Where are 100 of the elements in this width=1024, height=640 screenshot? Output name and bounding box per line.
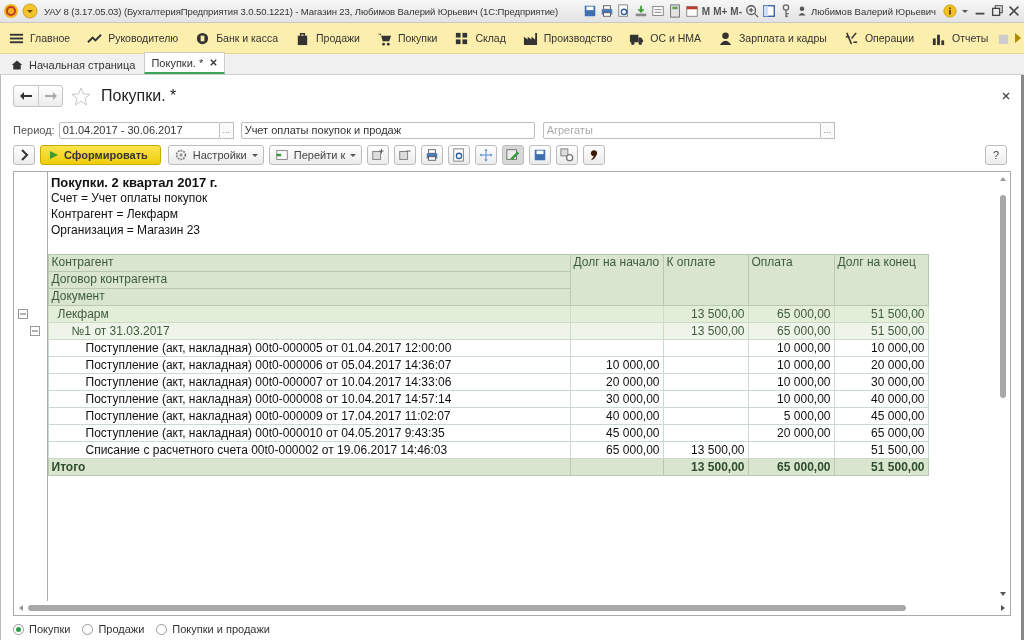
section-link[interactable]: Отчеты — [952, 32, 989, 44]
radio-label[interactable]: Продажи — [98, 623, 145, 635]
amount-cell: 10 000,00 — [871, 341, 925, 355]
amount-cell: 30 000,00 — [606, 392, 660, 406]
calculator-icon[interactable] — [667, 4, 682, 18]
amount-cell: 65 000,00 — [606, 443, 660, 457]
amount-cell: 65 000,00 — [777, 324, 831, 338]
scroll-down-icon[interactable] — [999, 591, 1007, 597]
document-cell-text: Поступление (акт, накладная) 00t0-000008 от 10.04.2017 14:57:14 — [84, 392, 452, 406]
group-cell-text: №1 от 31.03.2017 — [70, 324, 170, 338]
section-link[interactable]: Главное — [30, 32, 71, 44]
column-header: Долг на начало — [573, 255, 660, 269]
amount-cell: 13 500,00 — [691, 443, 745, 457]
user-name[interactable]: Любимов Валерий Юрьевич — [811, 5, 936, 17]
scroll-left-icon[interactable] — [18, 604, 24, 612]
account-field[interactable]: Учет оплаты покупок и продаж — [240, 121, 535, 139]
scrollbar-thumb[interactable] — [1000, 195, 1006, 398]
settings-button[interactable]: Настройки — [167, 145, 264, 165]
arrow-left-icon — [19, 90, 33, 102]
person-icon — [718, 30, 734, 46]
document-cell-text: Поступление (акт, накладная) 00t0-000009 от 17.04.2017 11:02:07 — [84, 409, 451, 423]
window-icon[interactable] — [762, 4, 776, 18]
table-pencil-icon — [506, 148, 521, 162]
section-link[interactable]: Продажи — [316, 32, 360, 44]
amount-cell: 20 000,00 — [871, 358, 925, 372]
restore-icon[interactable] — [990, 4, 1004, 18]
amount-cell: 51 500,00 — [871, 324, 925, 338]
help-button[interactable]: ? — [985, 145, 1007, 165]
expand-panel-button[interactable] — [13, 145, 35, 165]
info-icon[interactable] — [943, 4, 957, 18]
aggregates-field[interactable]: Агрегаты — [542, 121, 821, 139]
radio-label[interactable]: Покупки — [29, 623, 71, 635]
dropdown-icon[interactable] — [22, 3, 38, 19]
table-gear-icon — [560, 148, 575, 162]
toolbar-button[interactable] — [583, 145, 606, 165]
scroll-up-icon[interactable] — [999, 176, 1007, 182]
memory-button[interactable]: M — [701, 5, 711, 17]
printer-icon[interactable] — [599, 4, 614, 18]
generate-button[interactable]: Сформировать — [40, 145, 161, 165]
memory-button[interactable]: M- — [730, 5, 742, 17]
amount-cell: 30 000,00 — [871, 375, 925, 389]
amount-cell: 10 000,00 — [777, 392, 831, 406]
app-logo-icon — [3, 3, 19, 19]
star-icon[interactable] — [71, 86, 91, 106]
caret-icon — [251, 153, 258, 157]
amount-cell: 51 500,00 — [871, 443, 925, 457]
period-field[interactable]: 01.04.2017 - 30.06.2017 — [58, 121, 220, 139]
document-icon[interactable] — [650, 4, 665, 18]
amount-cell: 20 000,00 — [606, 375, 660, 389]
caret-icon — [350, 153, 357, 157]
column-header: Договор контрагента — [51, 272, 168, 286]
amount-cell: 51 500,00 — [871, 307, 925, 321]
scroll-right-icon[interactable] — [1000, 604, 1006, 612]
document-cell-text: Списание с расчетного счета 00t0-000002 от 19.06.2017 14:46:03 — [84, 443, 448, 457]
memory-button[interactable]: M+ — [713, 5, 728, 17]
tab[interactable]: Покупки. * — [144, 52, 226, 74]
user-icon — [796, 5, 808, 17]
edit-mode-button[interactable] — [502, 145, 525, 165]
goto-button[interactable]: Перейти к — [268, 145, 363, 165]
radio-button[interactable] — [156, 623, 168, 635]
amount-cell: 65 000,00 — [871, 426, 925, 440]
document-cell-text: Поступление (акт, накладная) 00t0-000005 от 01.04.2017 12:00:00 — [84, 341, 452, 355]
floppy-icon — [533, 148, 548, 162]
scrollbar-thumb[interactable] — [28, 605, 906, 611]
collapse-icon[interactable] — [18, 308, 28, 319]
section-link[interactable]: Банк и касса — [216, 32, 278, 44]
floppy-icon[interactable] — [582, 4, 597, 18]
section-link[interactable]: Производство — [543, 32, 613, 44]
radio-button[interactable] — [82, 623, 94, 635]
total-label: Итого — [51, 460, 86, 474]
download-icon[interactable] — [633, 4, 648, 18]
coin-icon — [195, 30, 211, 46]
section-link[interactable]: Руководителю — [108, 32, 179, 44]
report-title: Покупки. 2 квартал 2017 г. — [51, 174, 218, 190]
tab[interactable]: Начальная страница — [4, 54, 143, 74]
table-minus-icon — [398, 148, 413, 162]
section-link[interactable]: Операции — [864, 32, 914, 44]
zoom-in-icon[interactable] — [745, 4, 759, 18]
amount-cell: 40 000,00 — [606, 409, 660, 423]
close-icon[interactable] — [1001, 91, 1011, 101]
close-icon[interactable] — [209, 58, 219, 67]
radio-label[interactable]: Покупки и продажи — [172, 623, 270, 635]
gear-icon — [173, 148, 188, 162]
arrow-right-icon — [43, 90, 58, 102]
section-link[interactable]: Зарплата и кадры — [739, 32, 827, 44]
save-button[interactable] — [529, 145, 552, 165]
form-title: Покупки. * — [101, 87, 178, 105]
collapse-icon[interactable] — [30, 325, 40, 336]
page-magnifier-icon[interactable] — [616, 4, 631, 18]
section-link[interactable]: ОС и НМА — [650, 32, 702, 44]
close-icon[interactable] — [1007, 4, 1021, 18]
amount-cell: 10 000,00 — [777, 358, 831, 372]
section-link[interactable]: Покупки — [397, 32, 438, 44]
calendar-icon[interactable] — [684, 4, 699, 18]
section-link[interactable]: Склад — [475, 32, 506, 44]
filter-text: Счет = Учет оплаты покупок — [51, 191, 208, 205]
toolbar-button[interactable] — [448, 145, 471, 165]
radio-button[interactable] — [13, 623, 24, 635]
column-header: К оплате — [666, 255, 716, 269]
amount-cell: 20 000,00 — [777, 426, 831, 440]
